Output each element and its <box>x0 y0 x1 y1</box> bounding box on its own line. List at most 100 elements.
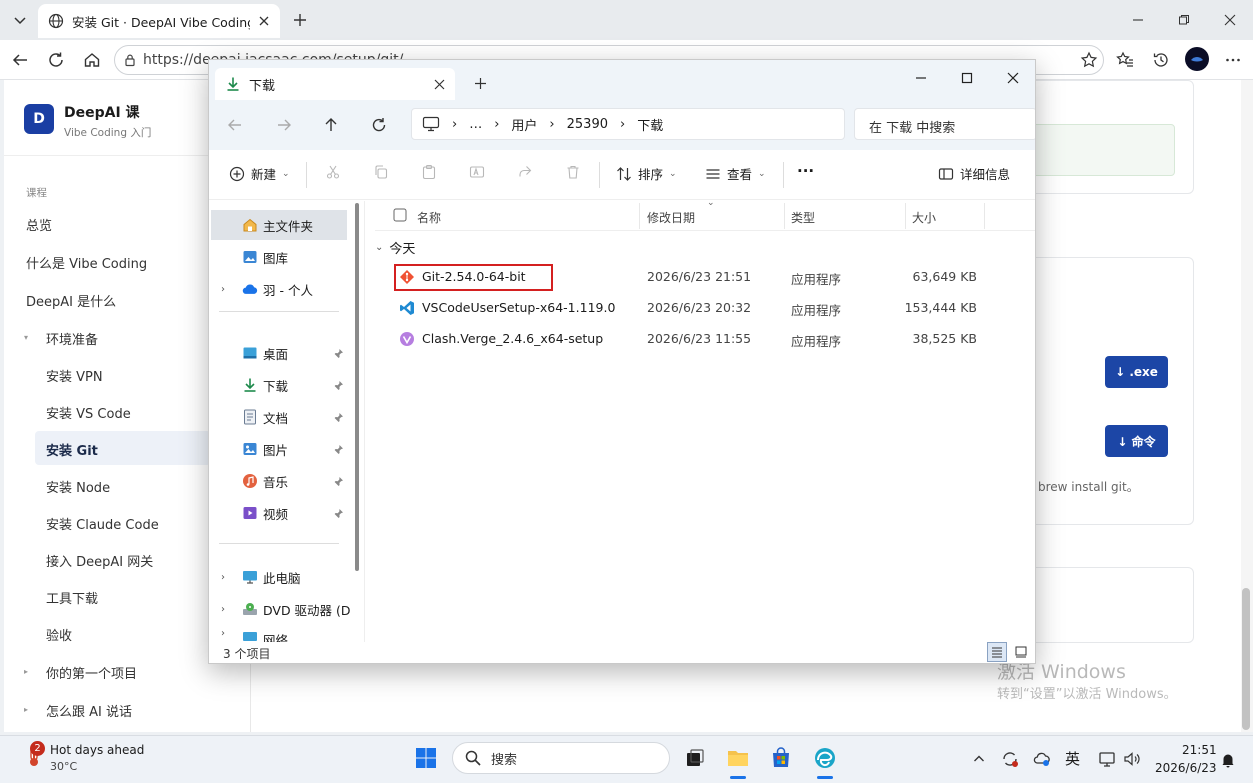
expand-chevron-icon[interactable]: › <box>221 604 225 615</box>
history-icon[interactable] <box>1149 48 1173 72</box>
column-date-modified[interactable]: 修改日期 <box>647 209 695 226</box>
expand-chevron-icon[interactable]: › <box>221 284 225 295</box>
column-separator[interactable] <box>905 203 906 229</box>
sidebar-group-talk-to-ai[interactable]: 怎么跟 AI 说话 <box>46 701 132 720</box>
site-logo[interactable]: D <box>24 104 54 134</box>
task-view-icon[interactable] <box>682 745 708 771</box>
nav-item-gallery[interactable]: 图库 <box>209 242 364 272</box>
maximize-icon[interactable] <box>957 68 977 88</box>
minimize-icon[interactable] <box>1126 8 1150 32</box>
cloud-status-icon[interactable] <box>1032 749 1052 769</box>
breadcrumb-overflow[interactable]: … <box>469 117 482 132</box>
sidebar-item-install-vpn[interactable]: 安装 VPN <box>46 366 103 385</box>
sidebar-item-acceptance[interactable]: 验收 <box>46 625 72 644</box>
pin-icon[interactable] <box>333 444 344 455</box>
sidebar-item-deepai-gateway[interactable]: 接入 DeepAI 网关 <box>46 551 153 570</box>
nav-item-home[interactable]: 主文件夹 <box>211 210 347 240</box>
refresh-icon[interactable] <box>44 48 68 72</box>
home-icon[interactable] <box>80 48 104 72</box>
page-scrollbar-thumb[interactable] <box>1242 588 1250 730</box>
nav-item-desktop[interactable]: 桌面 <box>209 338 364 368</box>
sidebar-item-tool-downloads[interactable]: 工具下载 <box>46 588 98 607</box>
microsoft-store-icon[interactable] <box>768 745 794 771</box>
sidebar-item-install-vscode[interactable]: 安装 VS Code <box>46 403 131 422</box>
collapse-caret-icon[interactable]: ▸ <box>24 705 28 714</box>
sidebar-item-install-claude-code[interactable]: 安装 Claude Code <box>46 514 159 533</box>
new-tab-plus-icon[interactable] <box>288 8 312 32</box>
close-window-icon[interactable] <box>1003 68 1023 88</box>
download-exe-button[interactable]: ↓ .exe <box>1105 356 1168 388</box>
collapse-caret-icon[interactable]: ▸ <box>24 667 28 676</box>
close-tab-icon[interactable] <box>434 79 445 90</box>
column-separator[interactable] <box>984 203 985 229</box>
up-arrow-icon[interactable] <box>320 114 342 136</box>
delete-trash-icon[interactable] <box>565 164 581 180</box>
taskbar-search-box[interactable]: 搜索 <box>452 742 670 774</box>
ime-language-indicator[interactable]: 英 <box>1065 748 1085 768</box>
copy-icon[interactable] <box>373 164 389 180</box>
favorites-list-icon[interactable] <box>1113 48 1137 72</box>
site-title[interactable]: DeepAI 课 <box>64 102 140 122</box>
select-all-checkbox[interactable] <box>393 208 407 222</box>
pin-icon[interactable] <box>333 508 344 519</box>
taskbar-clock-time[interactable]: 21:51 <box>1182 743 1217 757</box>
breadcrumb-user-folder[interactable]: 25390 <box>567 117 608 132</box>
sidebar-group-environment[interactable]: 环境准备 <box>46 329 98 348</box>
group-header-today[interactable]: ⌄ 今天 <box>375 238 415 257</box>
column-separator[interactable] <box>639 203 640 229</box>
new-tab-plus-icon[interactable] <box>471 74 489 92</box>
nav-item-dvd-drive[interactable]: › DVD 驱动器 (D <box>209 594 364 624</box>
cut-scissors-icon[interactable] <box>325 164 341 180</box>
pane-divider[interactable] <box>364 201 365 642</box>
browser-tab-active[interactable]: 安装 Git · DeepAI Vibe Coding 课 <box>38 4 280 38</box>
nav-item-downloads[interactable]: 下载 <box>209 370 364 400</box>
volume-speaker-icon[interactable] <box>1122 749 1142 769</box>
show-hidden-icons-chevron-icon[interactable] <box>969 749 989 769</box>
windows-start-icon[interactable] <box>413 745 439 771</box>
nav-item-documents[interactable]: 文档 <box>209 402 364 432</box>
forward-arrow-icon[interactable] <box>273 114 295 136</box>
breadcrumb-downloads[interactable]: 下载 <box>637 115 663 134</box>
nav-item-onedrive[interactable]: › 羽 - 个人 <box>209 274 364 304</box>
sidebar-item-what-is-vibe-coding[interactable]: 什么是 Vibe Coding <box>26 253 147 272</box>
pin-icon[interactable] <box>333 412 344 423</box>
back-arrow-icon[interactable] <box>8 48 32 72</box>
rename-icon[interactable] <box>469 164 485 180</box>
more-menu-icon[interactable] <box>1221 48 1245 72</box>
new-button[interactable]: 新建 ⌄ <box>229 164 290 183</box>
nav-pane-scrollbar[interactable] <box>355 203 359 571</box>
favorite-star-icon[interactable] <box>1077 48 1101 72</box>
details-view-icon[interactable] <box>987 642 1007 662</box>
more-options-button[interactable]: ··· <box>797 162 814 180</box>
share-icon[interactable] <box>517 164 533 180</box>
notification-bell-icon[interactable] <box>1218 750 1238 770</box>
sidebar-item-install-git[interactable]: 安装 Git <box>35 431 211 465</box>
restore-icon[interactable] <box>1172 8 1196 32</box>
minimize-icon[interactable] <box>911 68 931 88</box>
refresh-icon[interactable] <box>368 114 390 136</box>
close-window-icon[interactable] <box>1218 8 1242 32</box>
expand-chevron-icon[interactable]: › <box>221 572 225 583</box>
sync-refresh-icon[interactable] <box>1000 749 1020 769</box>
sidebar-item-what-is-deepai[interactable]: DeepAI 是什么 <box>26 291 116 310</box>
column-size[interactable]: 大小 <box>912 209 936 226</box>
edge-browser-icon[interactable] <box>812 745 838 771</box>
weather-headline[interactable]: Hot days ahead <box>50 743 144 757</box>
file-explorer-taskbar-icon[interactable] <box>725 745 751 771</box>
paste-clipboard-icon[interactable] <box>421 164 437 180</box>
nav-item-network[interactable]: › 网络 <box>209 624 364 642</box>
address-breadcrumb[interactable]: › … › 用户 › 25390 › 下载 <box>411 108 845 140</box>
back-arrow-icon[interactable] <box>224 114 246 136</box>
sidebar-item-overview[interactable]: 总览 <box>26 215 52 234</box>
nav-item-videos[interactable]: 视频 <box>209 498 364 528</box>
close-tab-icon[interactable] <box>258 15 270 27</box>
column-name[interactable]: 名称 <box>417 209 441 226</box>
sort-button[interactable]: 排序 ⌄ <box>616 164 677 183</box>
column-separator[interactable] <box>784 203 785 229</box>
file-row-vscode[interactable]: VSCodeUserSetup-x64-1.119.0 2026/6/23 20… <box>397 294 1017 322</box>
copy-command-button[interactable]: ↓ 命令 <box>1105 425 1168 457</box>
nav-item-pictures[interactable]: 图片 <box>209 434 364 464</box>
collapse-chevron-icon[interactable]: ⌄ <box>375 242 383 253</box>
network-icon[interactable] <box>1097 749 1117 769</box>
details-pane-button[interactable]: 详细信息 <box>938 164 1010 183</box>
